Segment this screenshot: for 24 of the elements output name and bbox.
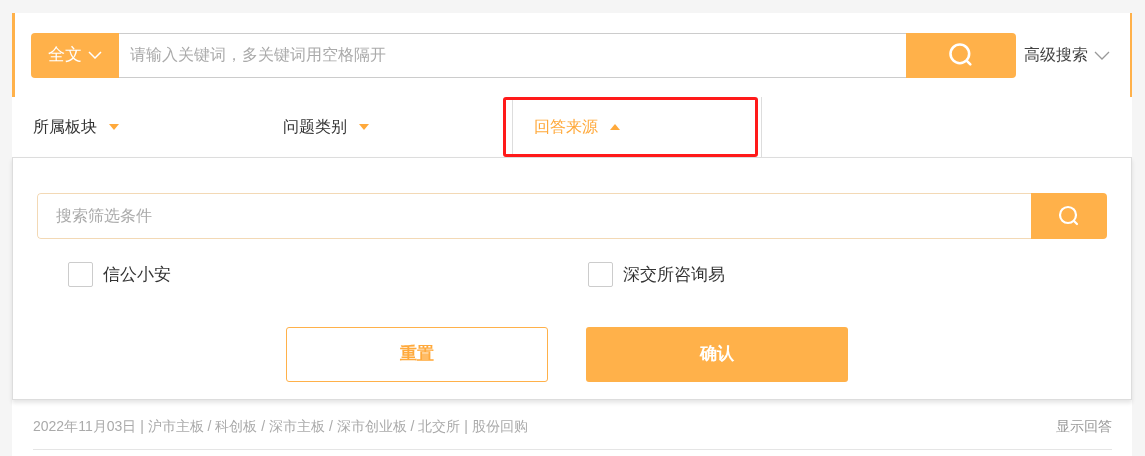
- filter-search-input[interactable]: 搜索筛选条件: [37, 193, 1031, 239]
- caret-down-icon: [109, 124, 119, 130]
- filter-tab[interactable]: 问题类别: [283, 115, 369, 139]
- search-button[interactable]: [906, 32, 1016, 78]
- keyword-input[interactable]: 请输入关键词，多关键词用空格隔开: [119, 32, 906, 78]
- checkbox[interactable]: [68, 262, 93, 288]
- filter-tab[interactable]: 所属板块: [33, 115, 119, 139]
- checkbox[interactable]: [587, 262, 613, 288]
- scope-dropdown[interactable]: 全文: [31, 32, 119, 78]
- filter-tab[interactable]: 回答来源: [534, 115, 620, 139]
- filter-search-button[interactable]: [1031, 193, 1107, 239]
- result-meta: 2022年11月03日 | 沪市主板 / 科创板 / 深市主板 / 深市创业板 / 北交所 | 股份回购: [33, 417, 528, 436]
- reset-button[interactable]: 重置: [286, 326, 548, 382]
- search-icon: [1057, 204, 1081, 228]
- chevron-down-icon: [1094, 50, 1110, 60]
- chevron-down-icon: [88, 51, 102, 59]
- caret-down-icon: [359, 124, 369, 130]
- caret-up-icon: [610, 124, 620, 130]
- show-answer-link[interactable]: 显示回答: [1056, 416, 1112, 437]
- confirm-button[interactable]: 确认: [586, 326, 848, 382]
- option-label: 深交所咨询易: [622, 264, 725, 286]
- search-icon: [947, 41, 975, 69]
- option-label: 信公小安: [103, 264, 171, 286]
- advanced-search-button[interactable]: 高级搜索: [1024, 43, 1110, 67]
